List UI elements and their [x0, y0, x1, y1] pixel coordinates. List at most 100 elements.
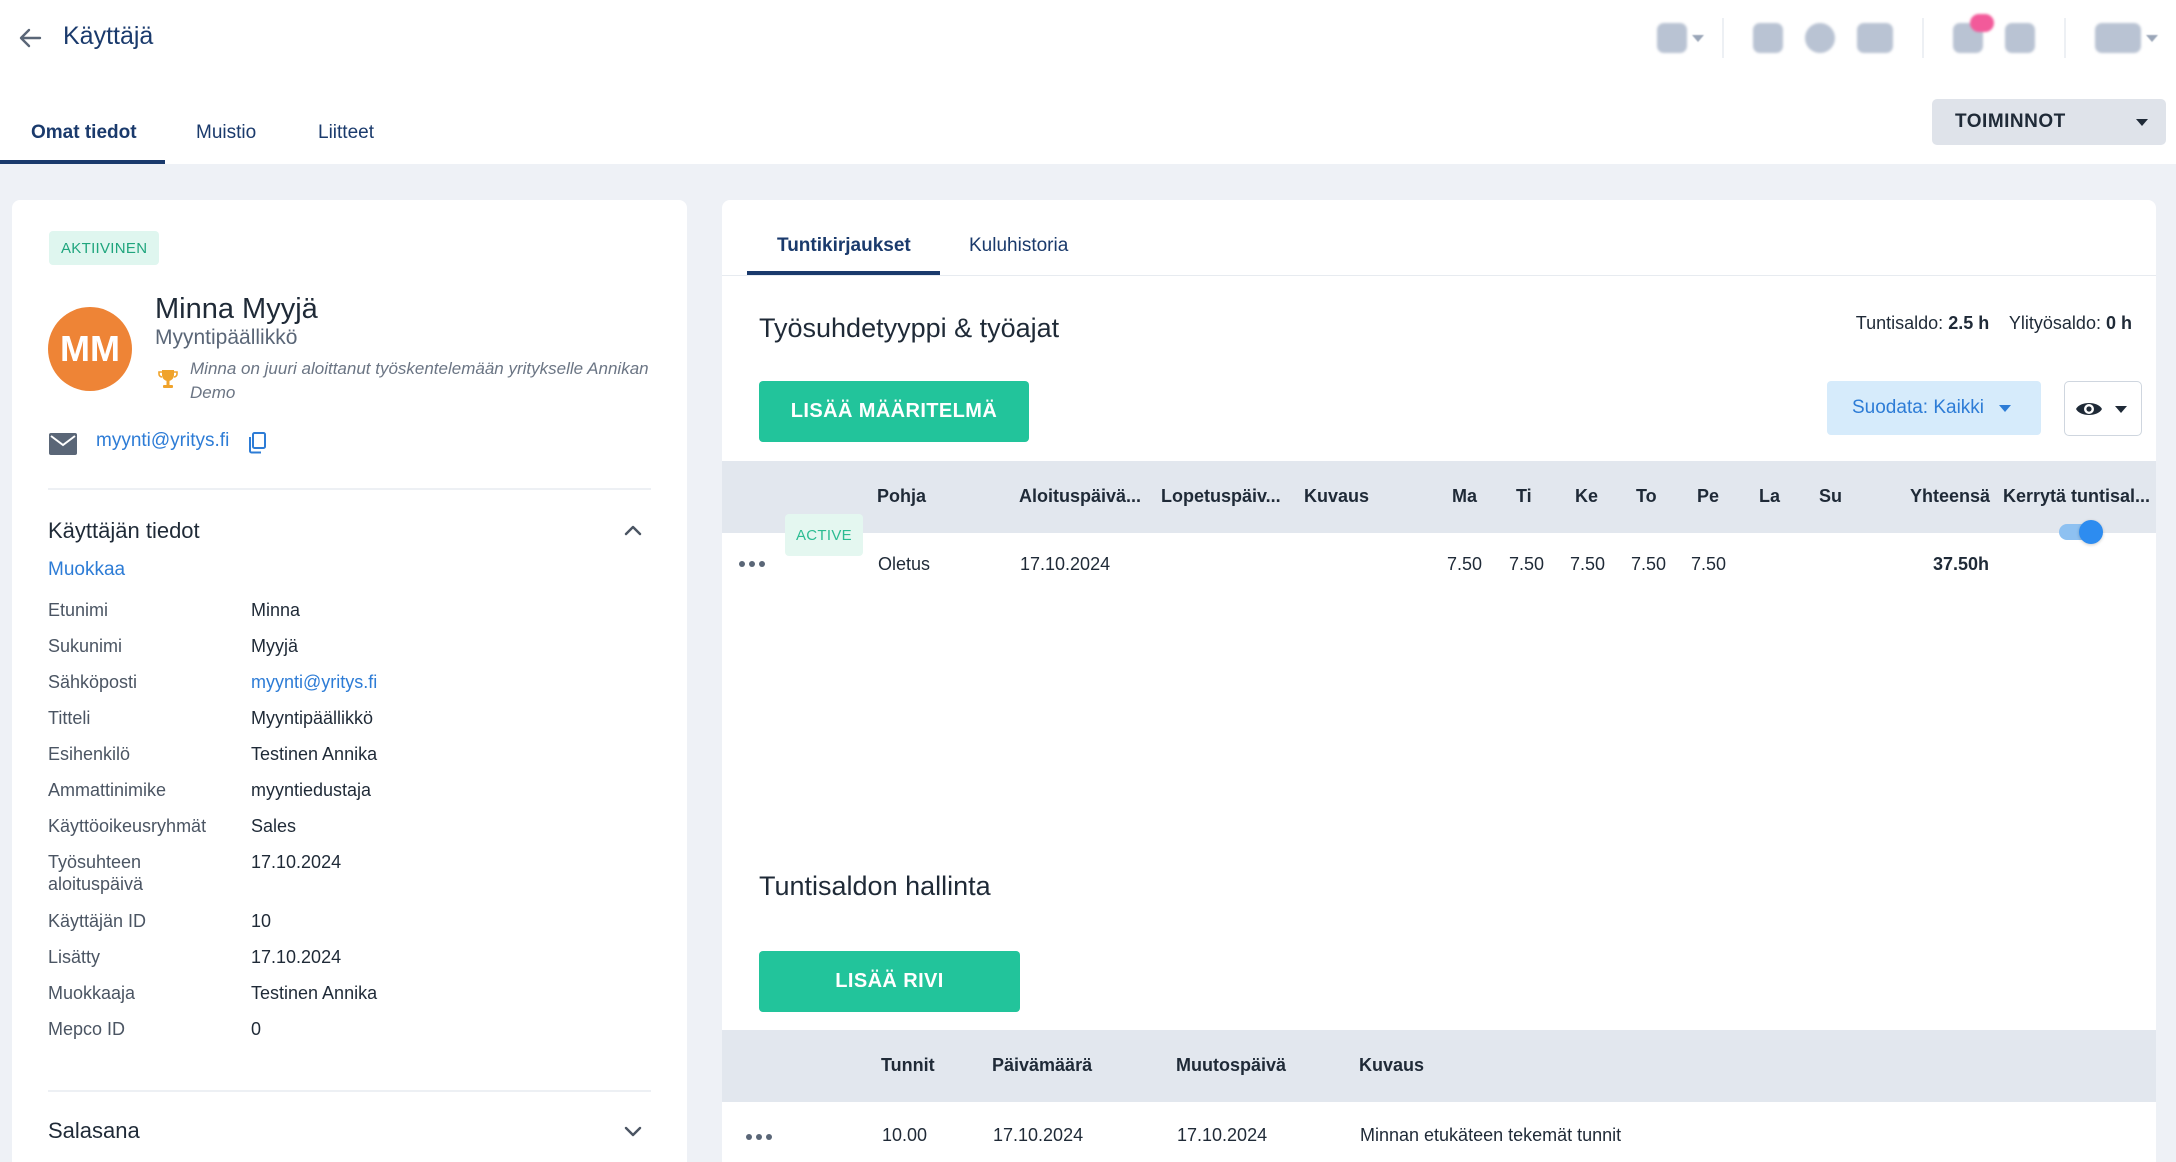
divider — [1722, 18, 1724, 58]
back-arrow-icon[interactable] — [14, 22, 46, 54]
header-toolbar — [1646, 14, 2158, 60]
user-note: Minna on juuri aloittanut työskentelemää… — [190, 359, 649, 402]
balance-table-header: Tunnit Päivämäärä Muutospäivä Kuvaus — [722, 1030, 2156, 1102]
actions-button[interactable]: TOIMINNOT — [1932, 99, 2166, 145]
column-header[interactable]: Tunnit — [881, 1055, 935, 1076]
info-label: Sukunimi — [48, 636, 123, 656]
grid-icon[interactable] — [1657, 23, 1687, 53]
cell-date: 17.10.2024 — [993, 1125, 1084, 1145]
document-icon[interactable] — [1753, 23, 1783, 53]
divider — [48, 1090, 651, 1092]
settings-icon[interactable] — [2005, 23, 2035, 53]
tab-kuluhistoria[interactable]: Kuluhistoria — [969, 235, 1068, 257]
notification-icon[interactable] — [1953, 14, 1994, 53]
column-header[interactable]: Aloituspäivä... — [1019, 486, 1141, 507]
toggle-knob — [2079, 520, 2103, 544]
email-value-link[interactable]: myynti@yritys.fi — [251, 671, 377, 693]
column-header[interactable]: Yhteensä — [1910, 486, 1990, 507]
filter-label: Suodata: Kaikki — [1852, 397, 1985, 418]
cell-changed: 17.10.2024 — [1177, 1125, 1268, 1145]
divider — [48, 488, 651, 490]
info-value: Myyjä — [251, 636, 299, 656]
trophy-icon — [158, 370, 178, 388]
user-info-title: Käyttäjän tiedot — [48, 518, 200, 543]
clock-icon[interactable] — [1805, 23, 1835, 53]
cell-description: Minnan etukäteen tekemät tunnit — [1360, 1125, 1622, 1145]
cell-ma: 7.50 — [1447, 554, 1483, 574]
column-header[interactable]: Kerrytä tuntisal... — [2003, 486, 2150, 507]
chevron-up-icon[interactable] — [620, 518, 646, 544]
user-menu-icon[interactable] — [2095, 23, 2141, 53]
user-title: Myyntipäällikkö — [155, 326, 298, 349]
column-header[interactable]: Kuvaus — [1359, 1055, 1424, 1076]
info-value: 17.10.2024 — [251, 947, 342, 967]
tab-tuntikirjaukset[interactable]: Tuntikirjaukset — [777, 235, 911, 257]
user-name: Minna Myyjä — [155, 293, 318, 325]
password-section-title[interactable]: Salasana — [48, 1118, 140, 1144]
info-label: Titteli — [48, 708, 91, 728]
avatar: MM — [48, 307, 132, 391]
info-label: Etunimi — [48, 600, 109, 620]
cell-ke: 7.50 — [1570, 554, 1606, 574]
chevron-down-icon — [1692, 34, 1704, 42]
hours-card: Tuntikirjaukset Kuluhistoria Työsuhdetyy… — [722, 200, 2156, 1162]
tab-omat-tiedot[interactable]: Omat tiedot — [31, 122, 137, 144]
info-label: Mepco ID — [48, 1019, 126, 1039]
info-value: Testinen Annika — [251, 983, 378, 1003]
column-header[interactable]: Su — [1819, 486, 1842, 507]
chevron-down-icon[interactable] — [620, 1118, 646, 1144]
actions-button-label: TOIMINNOT — [1955, 111, 2066, 132]
column-header[interactable]: Pe — [1697, 486, 1719, 507]
tab-muistio[interactable]: Muistio — [196, 122, 256, 144]
overtime-value: 0 h — [2105, 313, 2132, 333]
copy-icon[interactable] — [247, 432, 267, 454]
info-label: Käyttöoikeusryhmät — [48, 816, 207, 836]
status-badge: ACTIVE — [785, 514, 863, 556]
column-header[interactable]: Päivämäärä — [992, 1055, 1092, 1076]
chat-icon[interactable] — [1857, 23, 1893, 53]
tab-liitteet[interactable]: Liitteet — [318, 122, 374, 144]
cell-pohja: Oletus — [878, 554, 931, 574]
column-header[interactable]: La — [1759, 486, 1780, 507]
info-value: Minna — [251, 600, 301, 620]
saldo-label: Tuntisaldo: — [1855, 313, 1944, 333]
column-header[interactable]: Ti — [1516, 486, 1532, 507]
column-header[interactable]: To — [1636, 486, 1657, 507]
chevron-down-icon — [2115, 406, 2127, 413]
cell-pe: 7.50 — [1691, 554, 1727, 574]
email-link[interactable]: myynti@yritys.fi — [96, 430, 229, 452]
divider — [2064, 18, 2066, 58]
add-row-button[interactable]: LISÄÄ RIVI — [759, 951, 1020, 1012]
divider — [722, 275, 2156, 276]
column-header[interactable]: Kuvaus — [1304, 486, 1369, 507]
column-header[interactable]: Ma — [1452, 486, 1477, 507]
balance-title: Tuntisaldon hallinta — [759, 871, 991, 901]
eye-icon — [2076, 403, 2102, 415]
column-header[interactable]: Ke — [1575, 486, 1598, 507]
filter-dropdown[interactable]: Suodata: Kaikki — [1827, 381, 2041, 435]
column-visibility-button[interactable] — [2064, 381, 2142, 436]
info-label: Sähköposti — [48, 672, 138, 692]
add-definition-button[interactable]: LISÄÄ MÄÄRITELMÄ — [759, 381, 1029, 442]
column-header[interactable]: Pohja — [877, 486, 926, 507]
page-tabs: Omat tiedot Muistio Liitteet TOIMINNOT — [0, 80, 2176, 164]
accrue-balance-toggle[interactable] — [2059, 520, 2103, 544]
mail-icon — [49, 433, 77, 455]
info-label: Muokkaaja — [48, 983, 136, 1003]
profile-card: AKTIIVINEN MM Minna Myyjä Myyntipäällikk… — [12, 200, 687, 1162]
page-title: Käyttäjä — [63, 22, 154, 50]
status-badge: AKTIIVINEN — [49, 231, 160, 265]
column-header[interactable]: Lopetuspäiv... — [1161, 486, 1281, 507]
info-label: Lisätty — [48, 947, 101, 967]
balance-summary: Tuntisaldo: 2.5 h Ylityösaldo: 0 h — [1856, 313, 2132, 334]
cell-hours: 10.00 — [882, 1125, 928, 1145]
row-menu-icon[interactable] — [739, 558, 769, 570]
cell-total: 37.50h — [1933, 554, 1990, 574]
row-menu-icon[interactable] — [746, 1131, 776, 1143]
column-header[interactable]: Muutospäivä — [1176, 1055, 1286, 1076]
info-value: myyntiedustaja — [251, 780, 372, 800]
edit-link[interactable]: Muokkaa — [48, 559, 125, 581]
info-label: Käyttäjän ID — [48, 911, 147, 931]
info-value: Sales — [251, 816, 297, 836]
info-value: 0 — [251, 1019, 262, 1039]
